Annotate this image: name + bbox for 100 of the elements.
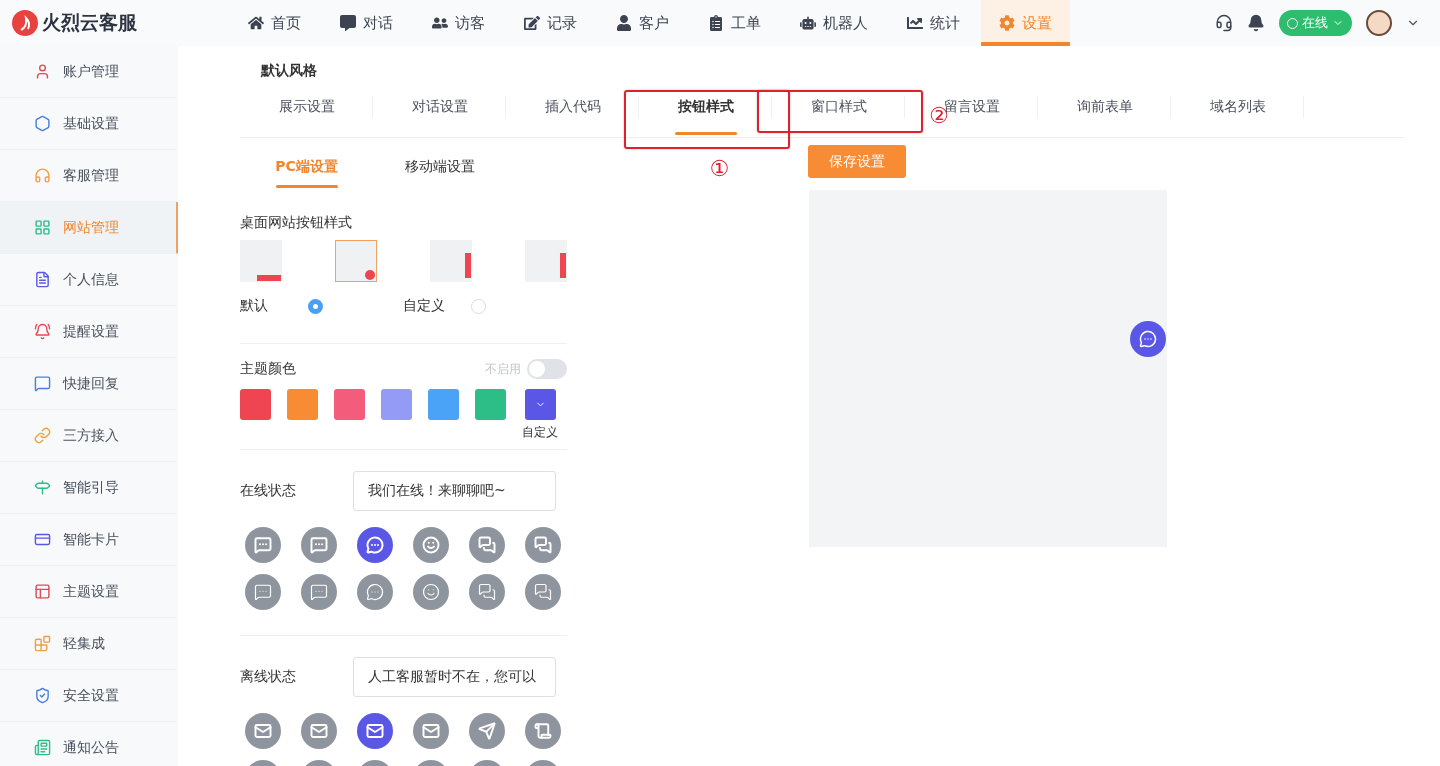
tab[interactable]: 按钮样式 [639,92,772,137]
sidebar-item[interactable]: 账户管理 [0,46,178,98]
color-swatch[interactable] [287,389,318,420]
tab-underline [674,132,737,135]
chat-bubble-icon[interactable] [245,713,281,749]
robot-icon [800,15,816,31]
app-name: 火烈云客服 [42,10,137,35]
sidebar-icon [34,687,51,704]
sidebar-item[interactable]: 安全设置 [0,670,178,722]
gear-icon [999,15,1015,31]
sidebar-item[interactable]: 轻集成 [0,618,178,670]
glyph-icon [478,583,496,601]
nav-item[interactable]: 访客 [414,0,503,46]
avatar[interactable] [1366,10,1392,36]
glyph-icon [366,536,384,554]
nav-item[interactable]: 记录 [506,0,595,46]
nav-item[interactable]: 客户 [598,0,687,46]
radio-button[interactable] [308,298,323,314]
glyph-icon [422,583,440,601]
chat-bubble-icon[interactable] [469,527,505,563]
chat-bubble-icon[interactable] [301,574,337,610]
tab[interactable]: 域名列表 [1171,92,1304,137]
home-icon [248,15,264,31]
section-title: 默认风格 [259,62,318,80]
chart-icon [907,15,923,31]
chat-bubble-icon[interactable] [525,574,561,610]
toggle-switch[interactable] [527,359,567,379]
chat-bubble-icon[interactable] [245,527,281,563]
button-style-thumbnail[interactable] [430,240,472,282]
button-style-thumbnail[interactable] [525,240,567,282]
edit-icon [524,15,540,31]
button-style-thumbnail[interactable] [335,240,377,282]
chat-bubble-icon[interactable] [525,713,561,749]
swatch-label: 自定义 [522,424,558,441]
glyph-icon [422,536,440,554]
subtab-underline [275,185,338,188]
button-style-label: 桌面网站按钮样式 [240,214,353,232]
status-label: 离线状态 [240,668,296,686]
status-message-field[interactable]: 人工客服暂时不在，您可以 [353,657,556,697]
sidebar-item[interactable]: 快捷回复 [0,358,178,410]
sidebar-icon [34,531,51,548]
tab[interactable]: 询前表单 [1038,92,1171,137]
nav-item[interactable]: 对话 [322,0,411,46]
status-message-field[interactable]: 我们在线！来聊聊吧~ [353,471,556,511]
subtab[interactable]: 移动端设置 [373,152,506,190]
glyph-icon [478,536,496,554]
chat-bubble-icon[interactable] [413,574,449,610]
glyph-icon [1139,330,1157,348]
support-headset-icon[interactable] [1215,14,1233,32]
chat-bubble-icon[interactable] [357,713,393,749]
radio-label: 自定义 [403,297,446,315]
sidebar-item[interactable]: 主题设置 [0,566,178,618]
tab[interactable]: 对话设置 [373,92,506,137]
glyph-icon [254,722,272,740]
tab[interactable]: 窗口样式 [772,92,905,137]
chat-bubble-icon[interactable] [245,574,281,610]
status-label: 在线状态 [240,482,296,500]
sidebar-icon [34,479,51,496]
theme-color-label: 主题颜色 [240,360,296,378]
chat-bubble-icon[interactable] [357,527,393,563]
color-swatch[interactable] [428,389,459,420]
color-swatch[interactable] [240,389,271,420]
sidebar-icon [34,219,51,236]
sidebar-item[interactable]: 智能卡片 [0,514,178,566]
button-style-thumbnail[interactable] [240,240,282,282]
chat-bubble-icon[interactable] [525,527,561,563]
chat-bubble-icon[interactable] [469,713,505,749]
sidebar-item[interactable]: 智能引导 [0,462,178,514]
glyph-icon [422,722,440,740]
tab[interactable]: 展示设置 [240,92,373,137]
glyph-icon [310,536,328,554]
sidebar-icon [34,271,51,288]
color-swatch[interactable] [524,389,556,420]
chat-bubble-icon[interactable] [413,713,449,749]
nav-item[interactable]: 统计 [889,0,978,46]
chat-bubble-icon[interactable] [301,527,337,563]
sidebar-item[interactable]: 基础设置 [0,98,178,150]
color-swatch[interactable] [334,389,365,420]
glyph-icon [534,583,552,601]
chat-bubble-icon[interactable] [357,574,393,610]
tab[interactable]: 插入代码 [506,92,639,137]
notification-bell-icon[interactable] [1247,14,1265,32]
sidebar-icon [34,115,51,132]
chat-bubble-icon[interactable] [301,713,337,749]
sidebar-item[interactable]: 通知公告 [0,722,178,766]
sidebar-item[interactable]: 提醒设置 [0,306,178,358]
nav-item[interactable]: 机器人 [782,0,886,46]
radio-label: 默认 [240,297,269,315]
sidebar-icon [34,635,51,652]
color-swatch[interactable] [475,389,506,420]
user-icon [616,15,632,31]
sidebar-item[interactable]: 三方接入 [0,410,178,462]
chat-bubble-icon[interactable] [413,527,449,563]
clipboard-icon [708,15,724,31]
nav-item[interactable]: 首页 [230,0,319,46]
sidebar-item[interactable]: 个人信息 [0,254,178,306]
nav-item[interactable]: 工单 [690,0,779,46]
glyph-icon [254,583,272,601]
color-swatch[interactable] [381,389,412,420]
chat-bubble-icon[interactable] [469,574,505,610]
